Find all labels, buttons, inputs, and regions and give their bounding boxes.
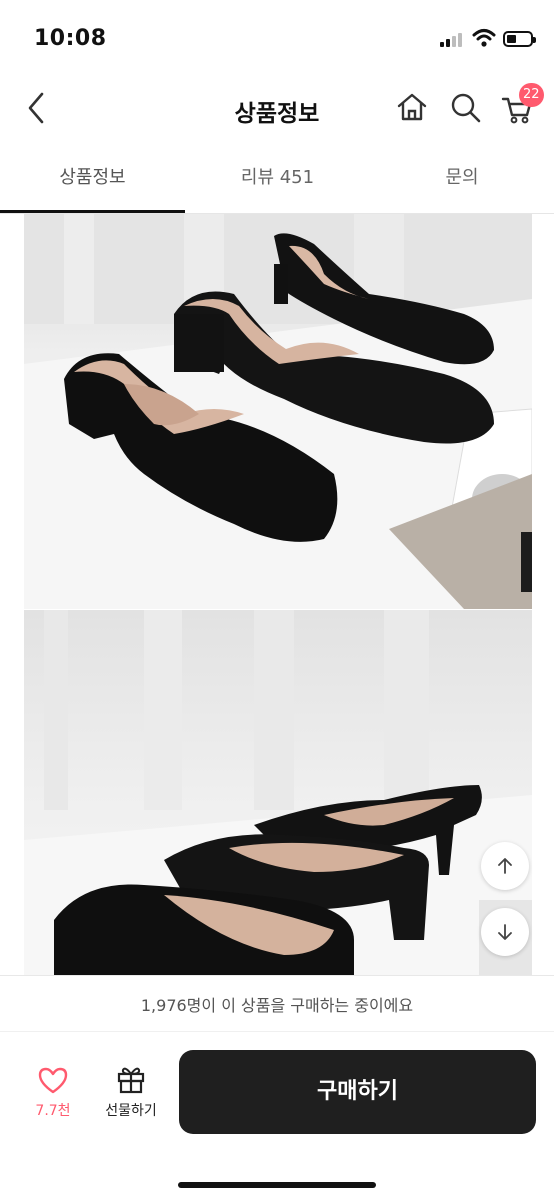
tab-inquiry[interactable]: 문의 bbox=[370, 148, 554, 214]
active-tab-indicator bbox=[0, 210, 185, 213]
scroll-to-top-button[interactable] bbox=[481, 842, 529, 890]
top-navigation: 상품정보 bbox=[0, 70, 554, 148]
status-bar: 10:08 bbox=[0, 0, 554, 70]
status-time: 10:08 bbox=[34, 26, 107, 51]
heart-icon bbox=[38, 1067, 68, 1094]
gift-label: 선물하기 bbox=[105, 1103, 157, 1119]
home-button[interactable] bbox=[395, 88, 429, 126]
scroll-to-bottom-button[interactable] bbox=[481, 908, 529, 956]
arrow-down-icon bbox=[498, 924, 512, 940]
battery-icon bbox=[503, 31, 536, 47]
product-image-2 bbox=[24, 610, 532, 975]
cart-count-badge: 22 bbox=[519, 83, 544, 107]
product-detail-page: 10:08 상품정보 22 상품정보 리뷰 451 문의 1,976명이 이 상… bbox=[0, 0, 554, 1200]
tab-reviews[interactable]: 리뷰 451 bbox=[185, 148, 370, 214]
wifi-icon bbox=[472, 28, 496, 48]
tab-product-info[interactable]: 상품정보 bbox=[0, 148, 185, 214]
buy-button[interactable]: 구매하기 bbox=[179, 1050, 536, 1134]
like-count: 7.7천 bbox=[35, 1103, 71, 1119]
cellular-signal-icon bbox=[440, 31, 466, 47]
search-icon bbox=[451, 93, 481, 123]
home-icon bbox=[397, 93, 427, 121]
purchase-bar: 1,976명이 이 상품을 구매하는 중이에요 7.7천 선물하기 구매하기 bbox=[0, 975, 554, 1200]
like-button[interactable]: 7.7천 bbox=[24, 1066, 82, 1126]
gift-button[interactable]: 선물하기 bbox=[96, 1064, 166, 1126]
product-image-1 bbox=[24, 214, 532, 609]
home-indicator bbox=[178, 1182, 376, 1188]
arrow-up-icon bbox=[498, 858, 512, 874]
detail-tabs: 상품정보 리뷰 451 문의 bbox=[0, 148, 554, 214]
search-button[interactable] bbox=[449, 88, 483, 126]
buying-count-notice: 1,976명이 이 상품을 구매하는 중이에요 bbox=[0, 976, 554, 1032]
gift-icon bbox=[117, 1067, 145, 1094]
